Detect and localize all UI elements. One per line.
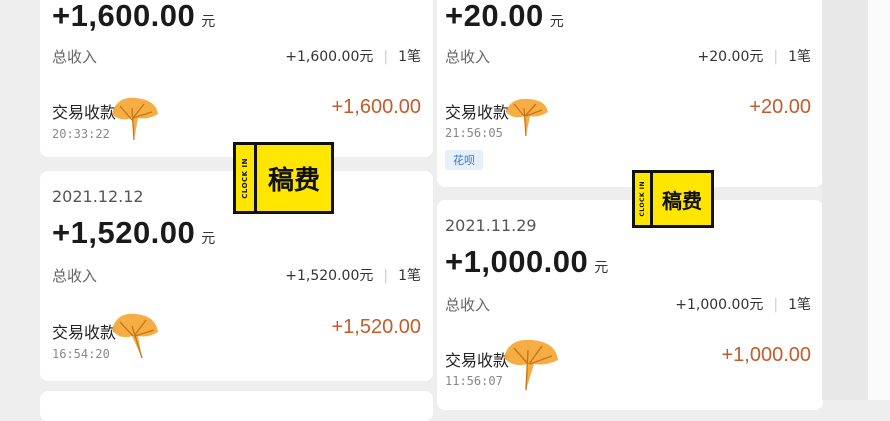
transaction-amount[interactable]: +1,000.00 — [721, 344, 811, 367]
separator: | — [383, 49, 389, 65]
total-income-label: 总收入 — [52, 267, 98, 285]
day-total-amount: +1,000.00 元 — [445, 244, 609, 279]
transaction-name[interactable]: 交易收款 — [52, 319, 116, 343]
day-total-amount: +20.00 元 — [445, 0, 565, 33]
clock-in-sticker: CLOCK IN 稿费 — [233, 142, 334, 214]
transaction-amount[interactable]: +20.00 — [749, 96, 811, 119]
clock-in-sticker: CLOCK IN 稿费 — [632, 170, 714, 228]
currency-unit: 元 — [594, 259, 609, 275]
separator: | — [773, 297, 779, 313]
sticker-side-text: CLOCK IN — [639, 181, 646, 217]
day-total-amount: +1,600.00 元 — [52, 0, 216, 33]
total-income-label: 总收入 — [445, 48, 491, 66]
transaction-name[interactable]: 交易收款 — [445, 99, 509, 123]
sticker-side-text: CLOCK IN — [241, 157, 249, 199]
day-summary-card[interactable] — [40, 391, 433, 421]
total-income-label: 总收入 — [445, 296, 491, 314]
day-total-amount: +1,520.00 元 — [52, 215, 216, 250]
sticker-main-text: 稿费 — [662, 188, 702, 213]
currency-unit: 元 — [549, 13, 565, 29]
ginkgo-leaf-sticker — [504, 339, 558, 391]
transaction-amount[interactable]: +1,520.00 — [331, 316, 421, 339]
total-income-summary: +1,520.00元 | 1笔 — [285, 268, 421, 284]
ginkgo-leaf-sticker — [112, 97, 158, 141]
separator: | — [383, 268, 389, 284]
huabei-tag: 花呗 — [445, 150, 483, 170]
day-summary-card[interactable]: +20.00 元 总收入 +20.00元 | 1笔 交易收款 21:56:05 +20… — [437, 0, 823, 187]
transaction-name[interactable]: 交易收款 — [52, 99, 116, 123]
transaction-count: 1笔 — [398, 49, 421, 65]
total-income-label: 总收入 — [52, 48, 98, 66]
transaction-time: 16:54:20 — [52, 347, 110, 361]
transaction-time: 20:33:22 — [52, 127, 110, 141]
separator: | — [773, 49, 779, 65]
total-income-summary: +1,600.00元 | 1笔 — [285, 49, 421, 65]
transaction-count: 1笔 — [398, 268, 421, 284]
transaction-amount[interactable]: +1,600.00 — [331, 96, 421, 119]
currency-unit: 元 — [201, 230, 216, 246]
transaction-count: 1笔 — [788, 49, 811, 65]
ginkgo-leaf-sticker — [506, 98, 548, 137]
page-edge — [868, 0, 890, 400]
transaction-time: 21:56:05 — [445, 126, 503, 140]
sticker-main-text: 稿费 — [267, 165, 320, 196]
transaction-time: 11:56:07 — [445, 374, 503, 388]
transaction-count: 1笔 — [788, 297, 811, 313]
total-income-summary: +20.00元 | 1笔 — [697, 49, 811, 65]
day-date: 2021.11.29 — [445, 216, 537, 235]
day-date: 2021.12.12 — [52, 187, 144, 206]
day-summary-card[interactable]: +1,600.00 元 总收入 +1,600.00元 | 1笔 交易收款 20:33:… — [40, 0, 433, 157]
ginkgo-leaf-sticker — [112, 313, 158, 359]
day-summary-card[interactable]: 2021.11.29 +1,000.00 元 总收入 +1,000.00元 | 1笔 … — [437, 200, 823, 410]
currency-unit: 元 — [201, 13, 216, 29]
total-income-summary: +1,000.00元 | 1笔 — [675, 297, 811, 313]
